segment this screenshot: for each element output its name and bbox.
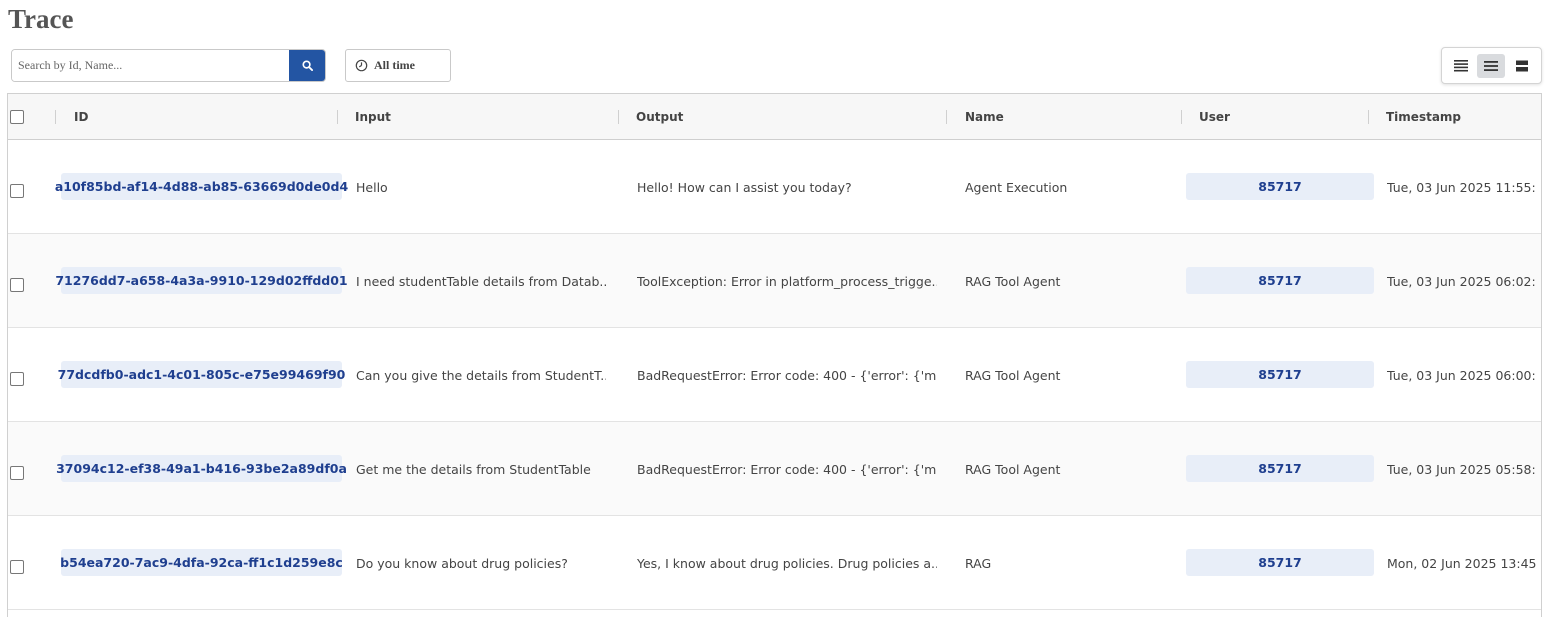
input-cell: I need studentTable details from Datab..… [356, 273, 606, 289]
user-badge[interactable]: 85717 [1186, 173, 1374, 200]
column-divider [1368, 110, 1369, 124]
table-body: a10f85bd-af14-4d88-ab85-63669d0de0d4 Hel… [8, 140, 1541, 610]
column-header-output[interactable]: Output [636, 94, 683, 140]
search-input[interactable] [12, 50, 289, 81]
table-row[interactable]: 71276dd7-a658-4a3a-9910-129d02ffdd01 I n… [8, 234, 1541, 328]
standard-lines-icon [1484, 60, 1499, 71]
row-checkbox[interactable] [10, 466, 24, 480]
timestamp-cell: Mon, 02 Jun 2025 13:45... [1387, 555, 1537, 571]
column-divider [337, 110, 338, 124]
user-badge[interactable]: 85717 [1186, 361, 1374, 388]
column-divider [618, 110, 619, 124]
time-range-filter[interactable]: All time [345, 49, 451, 82]
table-row[interactable]: b54ea720-7ac9-4dfa-92ca-ff1c1d259e8c Do … [8, 516, 1541, 610]
compact-lines-icon [1454, 59, 1469, 71]
density-toggle [1441, 47, 1542, 84]
trace-id-link[interactable]: a10f85bd-af14-4d88-ab85-63669d0de0d4 [55, 173, 348, 200]
name-cell: RAG [965, 555, 992, 571]
name-cell: Agent Execution [965, 179, 1068, 195]
name-cell: RAG Tool Agent [965, 273, 1061, 289]
column-header-id[interactable]: ID [74, 94, 88, 140]
row-checkbox[interactable] [10, 184, 24, 198]
trace-id-link[interactable]: b54ea720-7ac9-4dfa-92ca-ff1c1d259e8c [60, 549, 343, 576]
page-title: Trace [8, 4, 74, 34]
time-filter-label: All time [374, 58, 415, 72]
search-box [11, 49, 326, 82]
name-cell: RAG Tool Agent [965, 367, 1061, 383]
table-row[interactable]: 77dcdfb0-adc1-4c01-805c-e75e99469f90 Can… [8, 328, 1541, 422]
search-button[interactable] [289, 50, 325, 81]
comfortable-rows-icon [1515, 60, 1528, 71]
output-cell: Hello! How can I assist you today? [637, 179, 852, 195]
input-cell: Can you give the details from StudentT..… [356, 367, 606, 383]
column-header-input[interactable]: Input [355, 94, 391, 140]
row-checkbox[interactable] [10, 560, 24, 574]
row-checkbox[interactable] [10, 278, 24, 292]
trace-id-link[interactable]: 37094c12-ef38-49a1-b416-93be2a89df0a [56, 455, 347, 482]
user-badge[interactable]: 85717 [1186, 549, 1374, 576]
row-checkbox[interactable] [10, 372, 24, 386]
table-row[interactable]: a10f85bd-af14-4d88-ab85-63669d0de0d4 Hel… [8, 140, 1541, 234]
clock-icon [355, 59, 368, 72]
input-cell: Do you know about drug policies? [356, 555, 568, 571]
column-header-name[interactable]: Name [965, 94, 1004, 140]
column-divider [55, 110, 56, 124]
table-row[interactable]: 37094c12-ef38-49a1-b416-93be2a89df0a Get… [8, 422, 1541, 516]
timestamp-cell: Tue, 03 Jun 2025 06:02:... [1387, 273, 1537, 289]
timestamp-cell: Tue, 03 Jun 2025 11:55:... [1387, 179, 1537, 195]
column-divider [946, 110, 947, 124]
density-standard-button[interactable] [1477, 53, 1506, 78]
search-icon [301, 60, 313, 71]
trace-table: ID Input Output Name User Timestamp a10f… [7, 93, 1542, 617]
table-header: ID Input Output Name User Timestamp [8, 94, 1541, 140]
user-badge[interactable]: 85717 [1186, 267, 1374, 294]
output-cell: Yes, I know about drug policies. Drug po… [637, 555, 937, 571]
column-divider [1181, 110, 1182, 124]
column-header-user[interactable]: User [1199, 94, 1230, 140]
user-badge[interactable]: 85717 [1186, 455, 1374, 482]
density-compact-button[interactable] [1447, 54, 1475, 78]
timestamp-cell: Tue, 03 Jun 2025 06:00:... [1387, 367, 1537, 383]
name-cell: RAG Tool Agent [965, 461, 1061, 477]
input-cell: Get me the details from StudentTable [356, 461, 591, 477]
trace-id-link[interactable]: 77dcdfb0-adc1-4c01-805c-e75e99469f90 [58, 361, 345, 388]
output-cell: BadRequestError: Error code: 400 - {'err… [637, 461, 937, 477]
density-comfortable-button[interactable] [1508, 54, 1536, 78]
select-all-checkbox[interactable] [10, 110, 24, 124]
output-cell: ToolException: Error in platform_process… [637, 273, 937, 289]
column-header-timestamp[interactable]: Timestamp [1386, 94, 1461, 140]
timestamp-cell: Tue, 03 Jun 2025 05:58:... [1387, 461, 1537, 477]
input-cell: Hello [356, 179, 388, 195]
trace-id-link[interactable]: 71276dd7-a658-4a3a-9910-129d02ffdd01 [55, 267, 348, 294]
output-cell: BadRequestError: Error code: 400 - {'err… [637, 367, 937, 383]
